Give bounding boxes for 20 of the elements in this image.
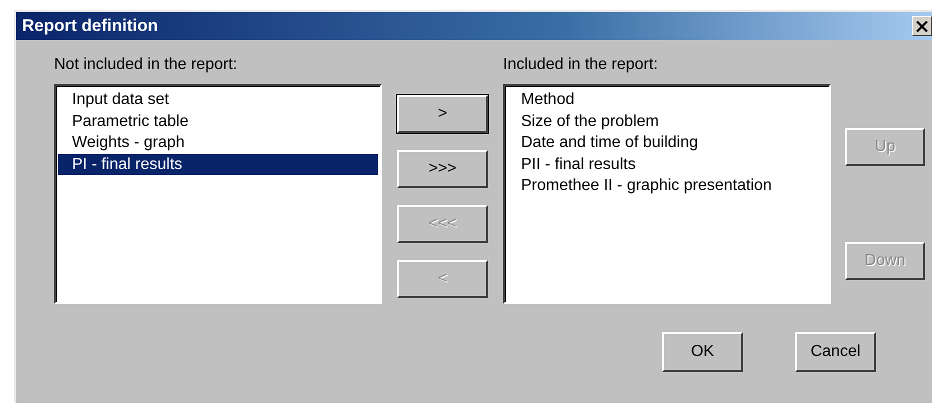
close-button[interactable] (912, 16, 932, 36)
list-item[interactable]: PI - final results (58, 154, 378, 175)
list-label: Not included in the report: (54, 56, 238, 75)
list-item[interactable]: Date and time of building (507, 132, 827, 154)
transfer-button[interactable]: > (397, 95, 488, 133)
list-item[interactable]: PII - final results (507, 154, 827, 175)
list-box[interactable]: Method Size of the problem Date and time of building PII - final results Promethee II - graphic presentation (503, 84, 831, 304)
list-item[interactable]: Parametric table (58, 110, 378, 132)
list-item[interactable]: Method (507, 89, 827, 110)
list-box[interactable]: Input data set Parametric table Weights - graph PI - final results (54, 84, 382, 304)
close-icon (916, 20, 928, 32)
dialog-button[interactable]: Cancel (795, 332, 876, 372)
list-item[interactable]: Promethee II - graphic presentation (507, 175, 827, 196)
transfer-button[interactable]: >>> (397, 150, 488, 188)
list-label: Included in the report: (503, 56, 659, 75)
window-title: Report definition (22, 16, 158, 36)
dialog-button[interactable]: OK (662, 332, 743, 372)
list-item[interactable]: Input data set (58, 89, 378, 110)
list-item[interactable]: Weights - graph (58, 132, 378, 154)
list-item[interactable]: Size of the problem (507, 110, 827, 132)
